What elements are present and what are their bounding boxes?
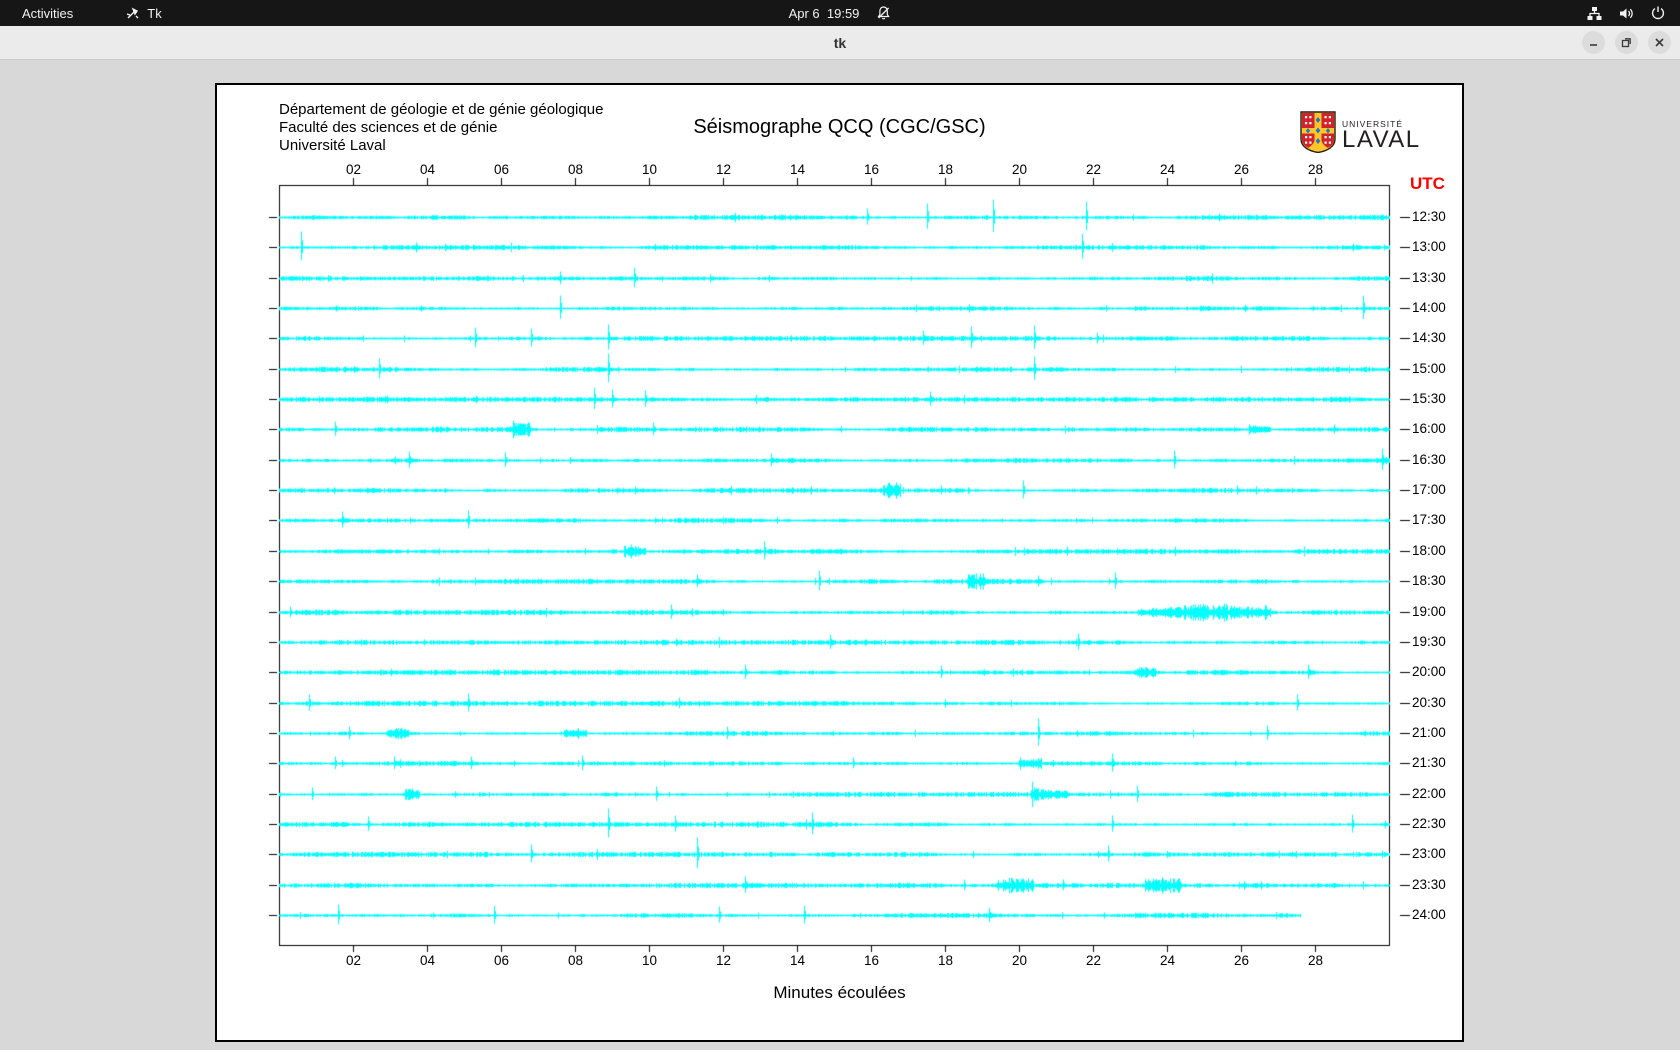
time-label: 18:00 <box>1412 543 1446 558</box>
network-wired-icon <box>1586 5 1603 22</box>
time-label: 14:30 <box>1412 330 1446 345</box>
time-label: 20:30 <box>1412 695 1446 710</box>
seismograph-plot: UTC 02 02 04 04 06 06 08 08 10 10 12 12 14 14 16 16 18 18… <box>217 85 1462 1040</box>
close-button[interactable] <box>1648 31 1671 54</box>
x-tick-label-top: 12 <box>715 162 732 177</box>
x-tick-label-bottom: 16 <box>863 953 880 968</box>
activities-button[interactable]: Activities <box>14 4 81 23</box>
clock-text: Apr 6 19:59 <box>788 5 860 21</box>
x-axis-title: Minutes écoulées <box>773 983 906 1002</box>
time-label: 17:00 <box>1412 482 1446 497</box>
time-label: 23:30 <box>1412 877 1446 892</box>
x-tick-label-top: 18 <box>937 162 954 177</box>
time-label: 19:30 <box>1412 634 1446 649</box>
time-label: 14:00 <box>1412 300 1446 315</box>
x-tick-label-bottom: 14 <box>789 953 806 968</box>
x-tick-label-top: 24 <box>1159 162 1176 177</box>
time-label: 16:00 <box>1412 421 1446 436</box>
time-label: 21:30 <box>1412 755 1446 770</box>
x-tick-label-bottom: 06 <box>493 953 510 968</box>
minimize-button[interactable] <box>1582 31 1605 54</box>
desktop-screen: Activities Tk Apr 6 19:59 tk UTC 02 02 0… <box>0 0 1680 1050</box>
x-tick-label-bottom: 10 <box>641 953 658 968</box>
time-label: 21:00 <box>1412 725 1446 740</box>
time-label: 18:30 <box>1412 573 1446 588</box>
x-tick-label-top: 20 <box>1011 162 1028 177</box>
x-tick-label-top: 04 <box>419 162 436 177</box>
window-controls <box>1582 31 1671 54</box>
time-label: 22:30 <box>1412 816 1446 831</box>
time-label: 12:30 <box>1412 209 1446 224</box>
time-label: 13:30 <box>1412 270 1446 285</box>
time-label: 17:30 <box>1412 512 1446 527</box>
app-indicator[interactable]: Tk <box>125 5 162 21</box>
x-tick-label-bottom: 04 <box>419 953 436 968</box>
x-tick-label-top: 10 <box>641 162 658 177</box>
x-tick-label-bottom: 28 <box>1307 953 1324 968</box>
x-tick-label-bottom: 18 <box>937 953 954 968</box>
x-tick-label-bottom: 12 <box>715 953 732 968</box>
time-label: 13:00 <box>1412 239 1446 254</box>
time-label: 22:00 <box>1412 786 1446 801</box>
x-tick-label-top: 16 <box>863 162 880 177</box>
x-tick-label-bottom: 24 <box>1159 953 1176 968</box>
time-label: 24:00 <box>1412 907 1446 922</box>
time-label: 15:30 <box>1412 391 1446 406</box>
x-tick-label-top: 14 <box>789 162 806 177</box>
x-tick-label-bottom: 02 <box>345 953 362 968</box>
time-label: 23:00 <box>1412 846 1446 861</box>
tk-app-icon <box>125 6 140 21</box>
x-tick-label-top: 06 <box>493 162 510 177</box>
time-label: 19:00 <box>1412 604 1446 619</box>
system-status-area[interactable] <box>1586 0 1666 26</box>
bell-muted-icon <box>875 5 891 21</box>
window-content: Département de géologie et de génie géol… <box>0 60 1680 1050</box>
utc-axis-label: UTC <box>1410 174 1445 193</box>
top-bar: Activities Tk Apr 6 19:59 <box>0 0 1680 26</box>
x-tick-label-top: 28 <box>1307 162 1324 177</box>
time-label: 20:00 <box>1412 664 1446 679</box>
seismogram-traces-canvas <box>217 85 1462 1040</box>
window-title: tk <box>833 34 847 51</box>
x-tick-label-top: 22 <box>1085 162 1102 177</box>
time-label: 15:00 <box>1412 361 1446 376</box>
x-tick-label-bottom: 08 <box>567 953 584 968</box>
x-tick-label-bottom: 20 <box>1011 953 1028 968</box>
x-tick-label-top: 08 <box>567 162 584 177</box>
x-tick-label-bottom: 22 <box>1085 953 1102 968</box>
window-titlebar[interactable]: tk <box>0 26 1680 60</box>
volume-icon <box>1618 5 1635 22</box>
time-label: 16:30 <box>1412 452 1446 467</box>
maximize-button[interactable] <box>1615 31 1638 54</box>
seismograph-canvas-frame: Département de géologie et de génie géol… <box>215 83 1464 1042</box>
power-icon <box>1650 5 1666 21</box>
app-indicator-label: Tk <box>147 5 162 21</box>
clock-button[interactable]: Apr 6 19:59 <box>789 5 892 21</box>
x-tick-label-bottom: 26 <box>1233 953 1250 968</box>
x-tick-label-top: 02 <box>345 162 362 177</box>
x-tick-label-top: 26 <box>1233 162 1250 177</box>
